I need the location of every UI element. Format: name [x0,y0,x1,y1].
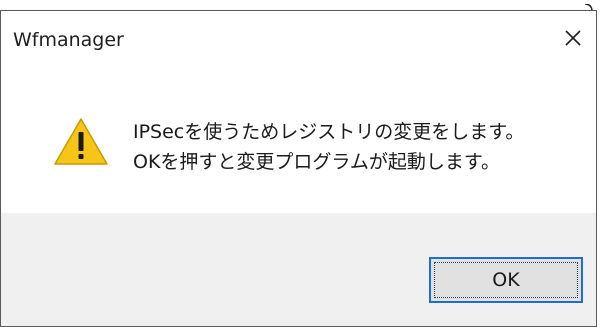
warning-icon [54,118,108,165]
ok-button[interactable]: OK [429,257,583,303]
close-icon [565,30,581,46]
dialog-footer: OK [1,213,596,326]
message-line-2: OKを押すと変更プログラムが起動します。 [133,151,500,173]
dialog-message: IPSecを使うためレジストリの変更をします。 OKを押すと変更プログラムが起動… [133,117,524,177]
ok-button-label: OK [492,269,520,291]
title-bar[interactable]: Wfmanager [1,11,596,65]
close-button[interactable] [550,11,596,65]
window-title: Wfmanager [13,29,124,51]
message-line-1: IPSecを使うためレジストリの変更をします。 [133,121,525,143]
message-dialog: Wfmanager IPSecを使うためレジストリの変更をします。 OKを押すと… [0,10,597,327]
dialog-content: IPSecを使うためレジストリの変更をします。 OKを押すと変更プログラムが起動… [1,65,596,213]
